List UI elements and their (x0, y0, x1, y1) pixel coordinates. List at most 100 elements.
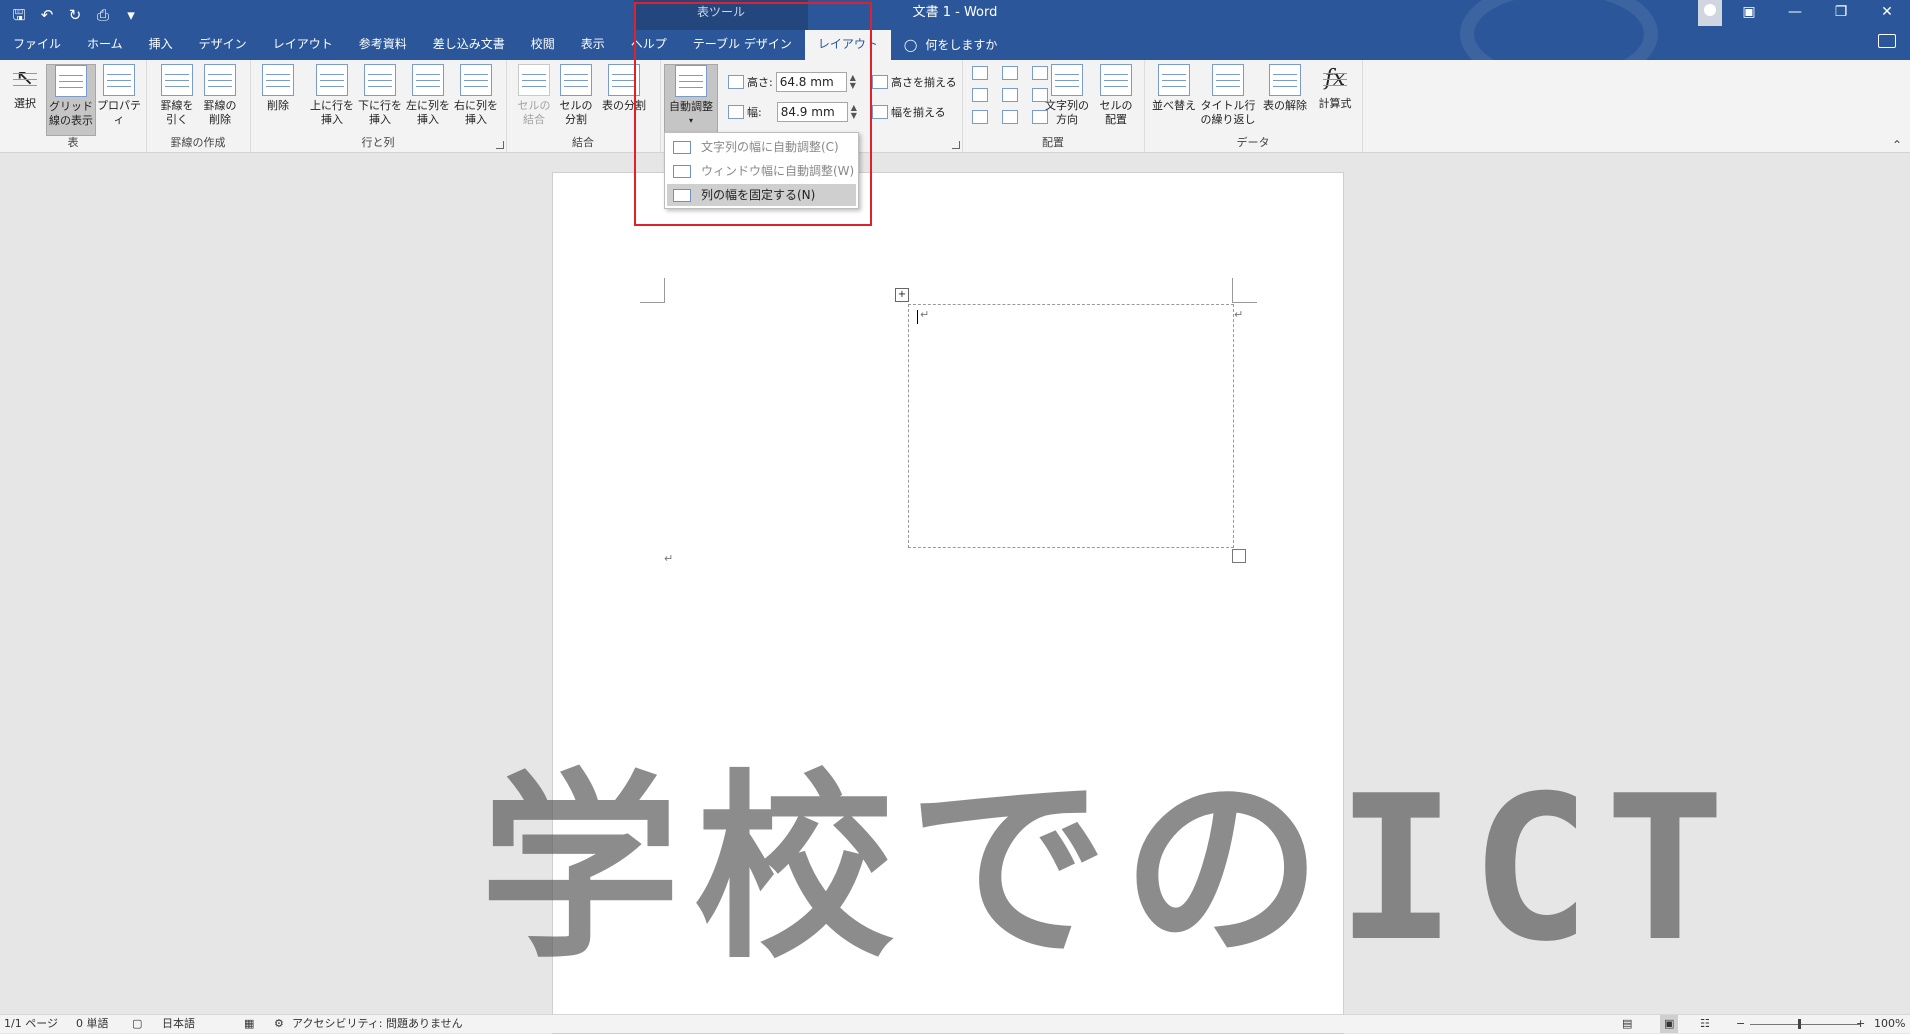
align-middle-left-icon[interactable] (972, 88, 988, 102)
dialog-launcher-icon[interactable] (496, 141, 504, 149)
insert-below-button[interactable]: 下に行を挿入 (358, 64, 402, 127)
split-cells-button[interactable]: セルの分割 (558, 64, 594, 127)
text-direction-icon (1051, 64, 1083, 96)
document-table[interactable] (908, 304, 1234, 548)
align-top-right-icon[interactable] (1032, 66, 1048, 80)
read-mode-icon[interactable]: ▤ (1622, 1015, 1632, 1033)
ribbon-display-icon[interactable]: ▣ (1726, 0, 1772, 26)
zoom-slider[interactable] (1750, 1024, 1860, 1025)
word-count[interactable]: 0 単語 (76, 1015, 109, 1033)
close-icon[interactable]: ✕ (1864, 0, 1910, 26)
menu-item-autofit-contents[interactable]: 文字列の幅に自動調整(C) (667, 136, 856, 158)
table-move-handle-icon[interactable]: + (895, 288, 909, 302)
cell-margins-button[interactable]: セルの配置 (1096, 64, 1136, 127)
align-middle-center-icon[interactable] (1002, 88, 1018, 102)
delete-button[interactable]: 削除 (262, 64, 294, 113)
menu-item-fixed-width[interactable]: 列の幅を固定する(N) (667, 184, 856, 206)
tab-mailings[interactable]: 差し込み文書 (420, 30, 518, 60)
insert-column-right-icon (460, 64, 492, 96)
tab-layout[interactable]: レイアウト (260, 30, 346, 60)
accessibility-status[interactable]: アクセシビリティ: 問題ありません (292, 1015, 463, 1033)
autofit-button[interactable]: 自動調整 ▾ (664, 64, 718, 136)
delete-label: 削除 (267, 99, 289, 112)
menu-item-autofit-window[interactable]: ウィンドウ幅に自動調整(W) (667, 160, 856, 182)
tab-view[interactable]: 表示 (568, 30, 618, 60)
align-top-left-icon[interactable] (972, 66, 988, 80)
cell-size-launcher-icon[interactable] (952, 141, 960, 149)
zoom-out-button[interactable]: − (1736, 1015, 1745, 1033)
properties-button[interactable]: プロパティ (96, 64, 142, 127)
lightbulb-icon: ◯ (903, 38, 918, 52)
insert-above-button[interactable]: 上に行を挿入 (310, 64, 354, 127)
convert-to-text-button[interactable]: 表の解除 (1260, 64, 1310, 113)
insert-above-label: 上に行を挿入 (310, 99, 354, 126)
tell-me-search[interactable]: ◯ 何をしますか (891, 30, 1010, 60)
undo-icon[interactable]: ↶ (36, 5, 58, 25)
repeat-header-button[interactable]: タイトル行の繰り返し (1198, 64, 1258, 127)
sort-button[interactable]: 並べ替え (1152, 64, 1196, 113)
row-height-icon (728, 75, 744, 89)
width-input[interactable]: 84.9 mm (776, 102, 848, 122)
height-input[interactable]: 64.8 mm (775, 72, 847, 92)
restore-icon[interactable]: ❐ (1818, 0, 1864, 26)
group-table: ↖ 選択 グリッド線の表示 プロパティ 表 (0, 60, 147, 152)
customize-icon[interactable]: ▾ (120, 5, 142, 25)
tab-review[interactable]: 校閲 (518, 30, 568, 60)
draw-table-button[interactable]: 罫線を引く (158, 64, 196, 127)
height-label: 高さ: (747, 76, 773, 89)
select-button[interactable]: ↖ 選択 (8, 64, 42, 111)
autofit-window-icon (673, 164, 691, 178)
comment-icon[interactable] (1878, 34, 1896, 48)
align-bottom-center-icon[interactable] (1002, 110, 1018, 124)
align-bottom-right-icon[interactable] (1032, 110, 1048, 124)
sort-az-icon (1158, 64, 1190, 96)
align-bottom-left-icon[interactable] (972, 110, 988, 124)
page-count[interactable]: 1/1 ページ (4, 1015, 58, 1033)
height-spinner-icon[interactable]: ▲ ▼ (850, 74, 856, 90)
autofit-label: 自動調整 (669, 100, 713, 113)
table-resize-handle[interactable] (1232, 549, 1246, 563)
zoom-level[interactable]: 100% (1874, 1015, 1905, 1033)
insert-right-button[interactable]: 右に列を挿入 (454, 64, 498, 127)
merge-cells-button[interactable]: セルの結合 (516, 64, 552, 127)
autofit-menu: 文字列の幅に自動調整(C) ウィンドウ幅に自動調整(W) 列の幅を固定する(N) (664, 132, 859, 209)
tab-references[interactable]: 参考資料 (346, 30, 420, 60)
proofing-icon[interactable]: ▢ (132, 1015, 142, 1033)
tab-home[interactable]: ホーム (74, 30, 136, 60)
gridlines-button[interactable]: グリッド線の表示 (46, 64, 96, 136)
distribute-rows-button[interactable]: 高さを揃える (872, 74, 957, 90)
eraser-button[interactable]: 罫線の削除 (200, 64, 240, 127)
print-preview-icon[interactable]: ⎙ (92, 5, 114, 25)
align-middle-right-icon[interactable] (1032, 88, 1048, 102)
paragraph-mark: ↵ (664, 552, 674, 565)
insert-left-button[interactable]: 左に列を挿入 (406, 64, 450, 127)
web-layout-icon[interactable]: ☷ (1700, 1015, 1710, 1033)
split-table-button[interactable]: 表の分割 (598, 64, 650, 113)
minimize-icon[interactable]: — (1772, 0, 1818, 26)
save-icon[interactable]: 🖫 (8, 5, 30, 25)
tab-design[interactable]: デザイン (186, 30, 260, 60)
autofit-icon (675, 65, 707, 97)
tab-table-design[interactable]: テーブル デザイン (680, 30, 805, 60)
language-indicator[interactable]: 日本語 (162, 1015, 195, 1033)
macro-icon[interactable]: ▦ (244, 1015, 254, 1033)
accessibility-icon: ⚙ (274, 1017, 284, 1030)
width-spinner-icon[interactable]: ▲ ▼ (851, 104, 857, 120)
sort-label: 並べ替え (1152, 99, 1196, 112)
align-top-center-icon[interactable] (1002, 66, 1018, 80)
formula-button[interactable]: fx 計算式 (1314, 64, 1356, 111)
redo-icon[interactable]: ↻ (64, 5, 86, 25)
distribute-columns-button[interactable]: 幅を揃える (872, 104, 946, 120)
tab-help[interactable]: ヘルプ (618, 30, 680, 60)
zoom-slider-thumb[interactable] (1798, 1019, 1801, 1029)
collapse-ribbon-icon[interactable]: ⌃ (1892, 138, 1902, 152)
tab-table-layout[interactable]: レイアウト (804, 30, 891, 60)
tab-file[interactable]: ファイル (0, 30, 74, 60)
zoom-in-button[interactable]: + (1856, 1015, 1865, 1033)
account-avatar[interactable] (1698, 0, 1722, 26)
cell-margins-icon (1100, 64, 1132, 96)
alignment-grid (972, 66, 1052, 124)
print-layout-icon[interactable]: ▣ (1660, 1015, 1679, 1033)
ribbon-tabs: ファイル ホーム 挿入 デザイン レイアウト 参考資料 差し込み文書 校閲 表示… (0, 30, 1010, 60)
tab-insert[interactable]: 挿入 (136, 30, 186, 60)
